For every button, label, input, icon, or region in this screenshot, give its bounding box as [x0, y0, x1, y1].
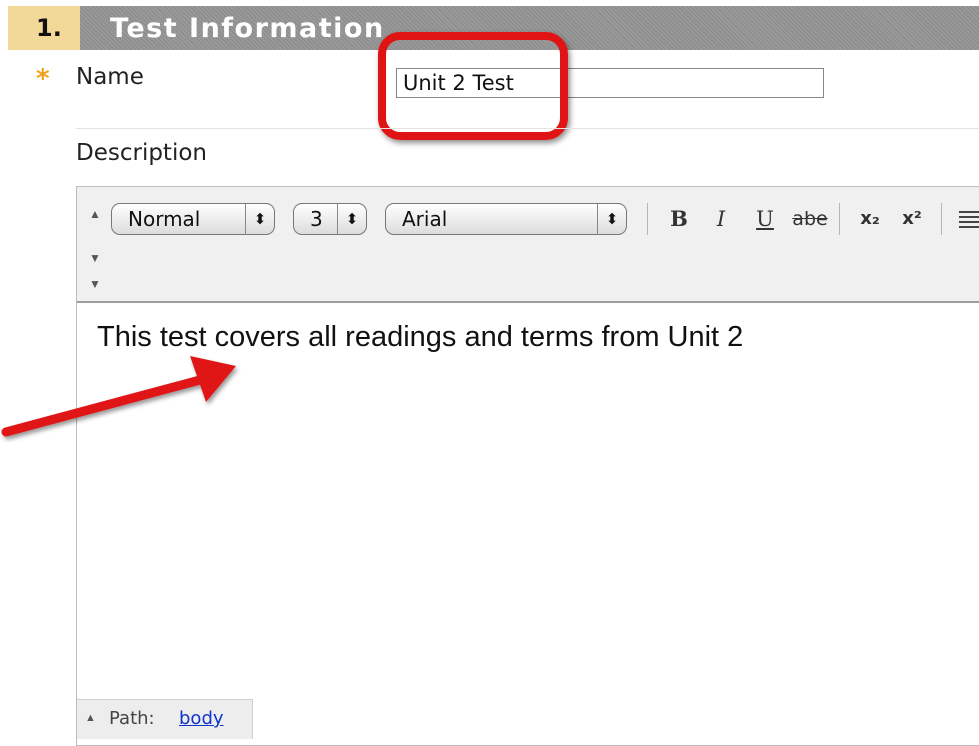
format-select[interactable]: Normal ⬍: [111, 203, 275, 235]
path-body-link[interactable]: body: [179, 708, 224, 729]
font-select[interactable]: Arial ⬍: [385, 203, 627, 235]
path-up-arrow-icon[interactable]: ▲: [85, 712, 96, 724]
editor-content-text: This test covers all readings and terms …: [97, 321, 744, 353]
expand-toolbar-down-icon[interactable]: ▼: [89, 251, 101, 265]
select-arrows-icon: ⬍: [337, 204, 366, 234]
strikethrough-button[interactable]: abe: [789, 203, 831, 235]
bold-button[interactable]: B: [665, 203, 693, 235]
rich-text-editor: ▲ ▼ ▼ Normal ⬍ 3 ⬍ Arial ⬍ B I U abe x₂ …: [76, 186, 979, 746]
divider: [76, 128, 979, 129]
italic-button[interactable]: I: [707, 203, 735, 235]
expand-toolbar-down-icon-2[interactable]: ▼: [89, 277, 101, 291]
subscript-button[interactable]: x₂: [855, 203, 885, 235]
underline-button[interactable]: U: [751, 203, 779, 235]
select-arrows-icon: ⬍: [597, 204, 626, 234]
toolbar-separator: [647, 203, 648, 235]
path-label: Path:: [109, 708, 155, 729]
description-label: Description: [76, 140, 207, 166]
collapse-toolbar-up-icon[interactable]: ▲: [89, 207, 101, 221]
align-justify-icon[interactable]: [959, 211, 979, 228]
editor-toolbar: ▲ ▼ ▼ Normal ⬍ 3 ⬍ Arial ⬍ B I U abe x₂ …: [77, 187, 979, 303]
size-select[interactable]: 3 ⬍: [293, 203, 367, 235]
editor-content-area[interactable]: This test covers all readings and terms …: [77, 303, 979, 699]
name-label: Name: [76, 64, 144, 90]
superscript-button[interactable]: x²: [897, 203, 927, 235]
format-select-value: Normal: [128, 207, 201, 231]
editor-path-bar: ▲ Path: body: [77, 699, 253, 739]
size-select-value: 3: [310, 207, 323, 231]
section-header: 1. Test Information: [0, 0, 979, 52]
font-select-value: Arial: [402, 207, 448, 231]
section-title: Test Information: [110, 13, 385, 44]
required-asterisk-icon: *: [36, 64, 50, 94]
section-number: 1.: [8, 6, 80, 50]
toolbar-separator: [941, 203, 942, 235]
select-arrows-icon: ⬍: [245, 204, 274, 234]
toolbar-separator: [839, 203, 840, 235]
name-input[interactable]: [396, 68, 824, 98]
